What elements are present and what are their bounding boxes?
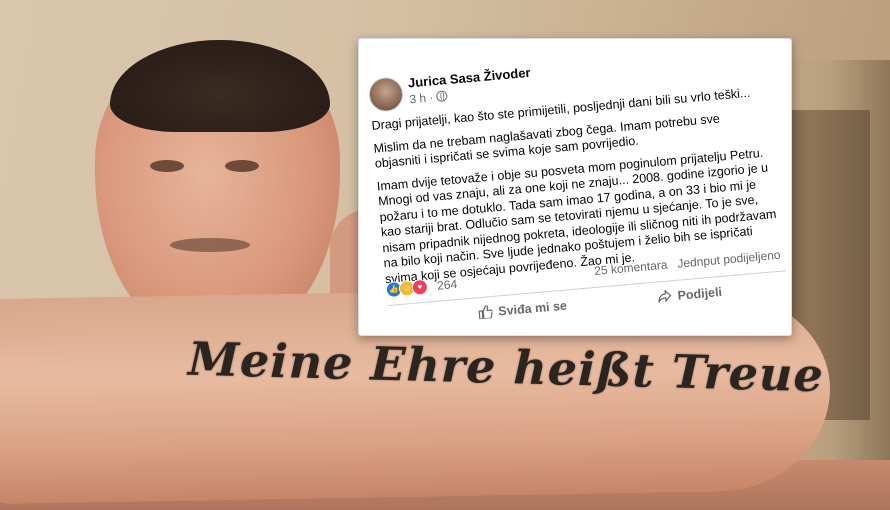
mustache: [170, 238, 250, 252]
post-time[interactable]: 3 h ·: [409, 90, 434, 106]
post-author[interactable]: Jurica Sasa Živoder: [407, 65, 531, 91]
love-reaction-icon: ♥: [411, 278, 429, 296]
share-label: Podijeli: [677, 284, 723, 303]
like-label: Sviđa mi se: [497, 298, 568, 319]
post-meta: 3 h ·: [409, 89, 448, 106]
avatar[interactable]: [367, 76, 405, 113]
share-arrow-icon: [658, 289, 672, 303]
reaction-count: 264: [436, 277, 458, 293]
left-eye: [150, 160, 184, 172]
like-button[interactable]: Sviđa mi se: [478, 298, 568, 321]
facebook-post-card: Jurica Sasa Živoder 3 h · Dragi prijatel…: [358, 38, 792, 336]
globe-icon: [435, 90, 448, 103]
right-eye: [225, 160, 259, 172]
thumbs-up-icon: [478, 305, 493, 320]
post-content: Jurica Sasa Živoder 3 h · Dragi prijatel…: [359, 39, 791, 335]
share-button[interactable]: Podijeli: [657, 284, 723, 305]
